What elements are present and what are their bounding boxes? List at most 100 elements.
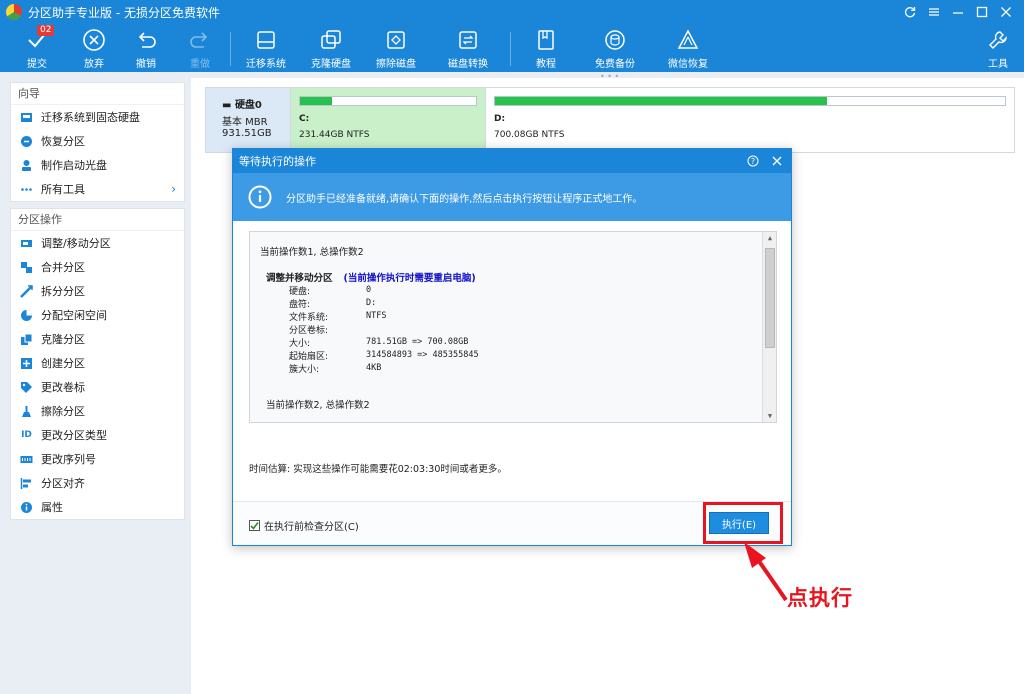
time-estimate: 时间估算: 实现这些操作可能需要花02:03:30时间或者更多。	[249, 464, 507, 475]
check-icon	[250, 522, 259, 530]
sidebar-item-properties[interactable]: 属性	[11, 495, 184, 519]
sidebar-item-split[interactable]: 拆分分区	[11, 279, 184, 303]
sidebar-item-change-label[interactable]: 更改卷标	[11, 375, 184, 399]
field-key: 硬盘:	[289, 287, 311, 297]
field-value: NTFS	[366, 311, 387, 321]
split-icon	[20, 284, 33, 298]
field-value: D:	[366, 298, 377, 308]
banner-text: 分区助手已经准备就绪,请确认下面的操作,然后点击执行按钮让程序正式地工作。	[286, 193, 643, 205]
convert-disk-button[interactable]: 磁盘转换	[442, 24, 494, 72]
redo-button[interactable]: 重做	[174, 24, 226, 72]
wizard-panel: 向导 迁移系统到固态硬盘 恢复分区 制作启动光盘 所有工具 ›	[10, 82, 185, 202]
maximize-button[interactable]	[970, 0, 994, 24]
app-logo-icon	[6, 4, 22, 20]
id-icon: ID	[21, 430, 32, 440]
migrate-icon	[20, 111, 33, 124]
field-value: 781.51GB => 700.08GB	[366, 337, 469, 347]
undo-icon	[132, 26, 160, 54]
discard-icon	[80, 26, 108, 54]
toolbar: 02 提交 放弃 撤销 重做 迁移系统 克隆硬盘 擦除磁盘 磁盘转换 教程 免费…	[0, 24, 1024, 72]
resize-grip: • • •	[600, 72, 620, 81]
info-icon	[248, 185, 272, 209]
wechat-restore-button[interactable]: 微信恢复	[662, 24, 714, 72]
sidebar-item-migrate-ssd[interactable]: 迁移系统到固态硬盘	[11, 105, 184, 129]
toolbar-divider	[230, 32, 231, 66]
chevron-right-icon: ›	[171, 182, 176, 196]
sidebar-item-align[interactable]: 分区对齐	[11, 471, 184, 495]
close-button[interactable]	[994, 0, 1018, 24]
more-icon	[20, 183, 33, 196]
commit-badge: 02	[37, 25, 55, 36]
create-icon	[20, 357, 33, 370]
usage-fill	[300, 97, 332, 105]
menu-icon[interactable]	[922, 0, 946, 24]
minimize-button[interactable]	[946, 0, 970, 24]
partition-ops-panel: 分区操作 调整/移动分区 合并分区 拆分分区 分配空闲空间 克隆分区 创建分区 …	[10, 208, 185, 520]
scroll-up-icon[interactable]: ▲	[763, 232, 777, 244]
usage-fill	[495, 97, 827, 105]
operations-list[interactable]: 当前操作数1, 总操作数2 调整并移动分区 (当前操作执行时需要重启电脑) 硬盘…	[249, 231, 777, 423]
field-key: 起始扇区:	[289, 352, 329, 362]
field-key: 盘符:	[289, 300, 311, 310]
backup-icon	[601, 26, 629, 54]
sidebar-item-clone-partition[interactable]: 克隆分区	[11, 327, 184, 351]
book-icon	[532, 26, 560, 54]
serial-icon	[20, 453, 33, 466]
help-icon: ?	[747, 155, 759, 167]
sidebar-item-all-tools[interactable]: 所有工具 ›	[11, 177, 184, 201]
vertical-scrollbar[interactable]: ▲ ▼	[762, 232, 776, 422]
resize-icon	[20, 237, 33, 250]
tools-button[interactable]: 工具	[972, 24, 1024, 72]
sidebar: 向导 迁移系统到固态硬盘 恢复分区 制作启动光盘 所有工具 › 分区操作 调整/…	[10, 82, 185, 526]
disk-row[interactable]: ▬ 硬盘0 基本 MBR 931.51GB C: 231.44GB NTFS D…	[205, 87, 1015, 153]
sidebar-item-create-partition[interactable]: 创建分区	[11, 351, 184, 375]
wipe-disk-button[interactable]: 擦除磁盘	[370, 24, 422, 72]
scroll-down-icon[interactable]: ▼	[763, 410, 777, 422]
field-key: 大小:	[289, 339, 311, 349]
wizard-title: 向导	[11, 83, 184, 105]
help-button[interactable]: ?	[743, 151, 763, 171]
undo-button[interactable]: 撤销	[120, 24, 172, 72]
partition-c[interactable]: C: 231.44GB NTFS	[290, 88, 485, 152]
refresh-icon[interactable]	[898, 0, 922, 24]
sidebar-item-boot-disc[interactable]: 制作启动光盘	[11, 153, 184, 177]
migrate-os-button[interactable]: 迁移系统	[240, 24, 292, 72]
disk-size: 931.51GB	[222, 128, 272, 139]
sidebar-item-change-serial[interactable]: 更改序列号	[11, 447, 184, 471]
scroll-thumb[interactable]	[765, 248, 775, 348]
disk-name: ▬ 硬盘0	[222, 100, 262, 111]
redo-icon	[186, 26, 214, 54]
sidebar-item-allocate-space[interactable]: 分配空闲空间	[11, 303, 184, 327]
dialog-title-bar: 等待执行的操作 ?	[233, 149, 791, 173]
tag-icon	[20, 381, 33, 394]
op1-warning: (当前操作执行时需要重启电脑)	[343, 273, 476, 284]
commit-button[interactable]: 02 提交	[11, 24, 63, 72]
disk-type: 基本 MBR	[222, 117, 268, 128]
op1-title-line: 调整并移动分区 (当前操作执行时需要重启电脑)	[266, 270, 476, 284]
pie-icon	[20, 309, 33, 322]
sidebar-item-resize-move[interactable]: 调整/移动分区	[11, 231, 184, 255]
dialog-close-button[interactable]	[767, 151, 787, 171]
free-backup-button[interactable]: 免费备份	[589, 24, 641, 72]
op2-header: 当前操作数2, 总操作数2	[266, 400, 370, 411]
tutorial-button[interactable]: 教程	[520, 24, 572, 72]
field-key: 文件系统:	[289, 313, 329, 323]
align-icon	[20, 477, 33, 490]
wrench-icon	[984, 26, 1012, 54]
check-before-execute[interactable]: 在执行前检查分区(C)	[249, 518, 359, 533]
sidebar-item-recover-partition[interactable]: 恢复分区	[11, 129, 184, 153]
discard-button[interactable]: 放弃	[68, 24, 120, 72]
partition-letter: C:	[299, 114, 310, 124]
clone-icon	[20, 333, 33, 346]
checkbox-checked[interactable]	[249, 520, 260, 531]
partition-info: 231.44GB NTFS	[299, 130, 370, 140]
sidebar-item-wipe-partition[interactable]: 擦除分区	[11, 399, 184, 423]
window-title: 分区助手专业版 - 无损分区免费软件	[28, 5, 220, 20]
partition-d[interactable]: D: 700.08GB NTFS	[485, 88, 1014, 152]
highlight-box	[703, 502, 783, 544]
sidebar-item-change-type[interactable]: ID 更改分区类型	[11, 423, 184, 447]
sidebar-item-merge[interactable]: 合并分区	[11, 255, 184, 279]
clone-disk-button[interactable]: 克隆硬盘	[305, 24, 357, 72]
check-label: 在执行前检查分区(C)	[264, 522, 359, 533]
broom-icon	[20, 405, 33, 418]
